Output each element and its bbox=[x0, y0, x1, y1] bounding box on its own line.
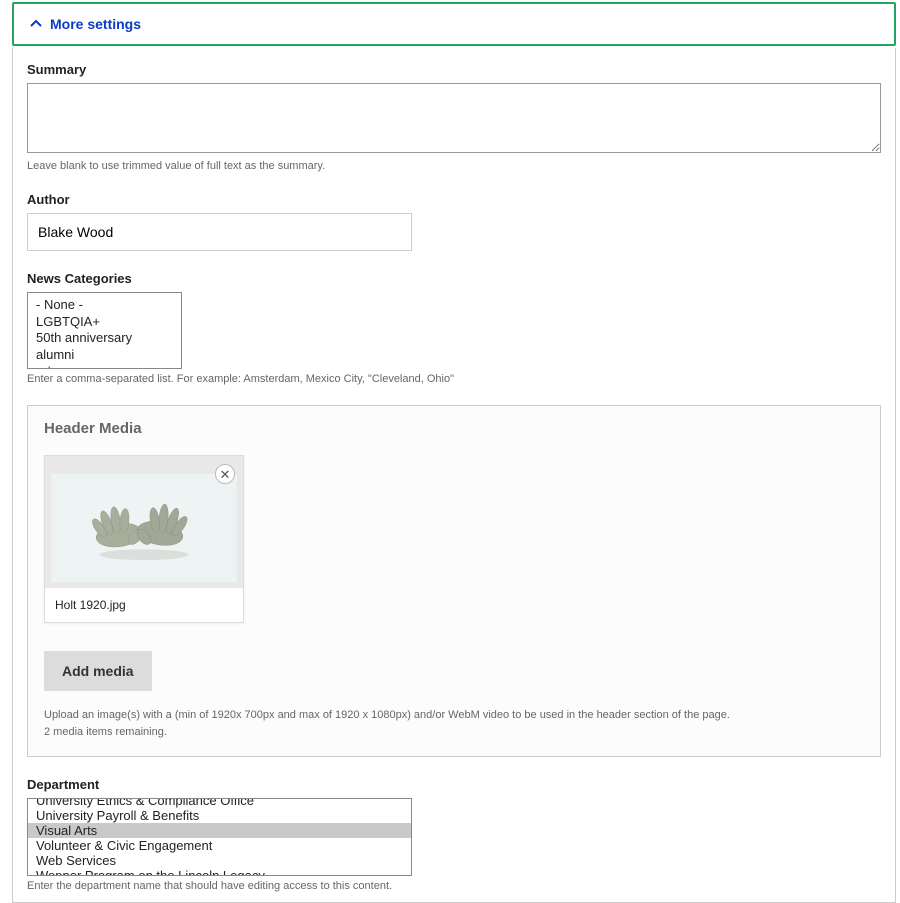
list-item[interactable]: University Ethics & Compliance Office bbox=[28, 798, 411, 808]
list-item[interactable]: 50th anniversary bbox=[36, 330, 181, 346]
header-media-help: Upload an image(s) with a (min of 1920x … bbox=[44, 707, 864, 740]
summary-field: Summary Leave blank to use trimmed value… bbox=[27, 62, 881, 172]
summary-help: Leave blank to use trimmed value of full… bbox=[27, 160, 881, 172]
department-label: Department bbox=[27, 777, 881, 792]
department-help: Enter the department name that should ha… bbox=[27, 880, 881, 892]
hands-image-icon bbox=[64, 482, 224, 574]
add-media-button[interactable]: Add media bbox=[44, 651, 152, 691]
list-item[interactable]: Wepner Program on the Lincoln Legacy bbox=[28, 868, 411, 876]
summary-label: Summary bbox=[27, 62, 881, 77]
list-item[interactable]: arts bbox=[36, 363, 181, 369]
more-settings-toggle[interactable]: More settings bbox=[12, 2, 896, 46]
remove-media-button[interactable]: ✕ bbox=[215, 464, 235, 484]
media-thumbnail[interactable] bbox=[51, 474, 237, 582]
news-categories-help: Enter a comma-separated list. For exampl… bbox=[27, 373, 881, 385]
list-item[interactable]: - None - bbox=[36, 297, 181, 313]
author-label: Author bbox=[27, 192, 881, 207]
list-item[interactable]: Volunteer & Civic Engagement bbox=[28, 838, 411, 853]
department-listbox[interactable]: University Ethics & Compliance Office Un… bbox=[27, 798, 412, 876]
close-icon: ✕ bbox=[220, 468, 231, 481]
media-help-line1: Upload an image(s) with a (min of 1920x … bbox=[44, 707, 864, 724]
news-categories-field: News Categories - None - LGBTQIA+ 50th a… bbox=[27, 271, 881, 385]
news-categories-label: News Categories bbox=[27, 271, 881, 286]
list-item[interactable]: Visual Arts bbox=[28, 823, 411, 838]
more-settings-label: More settings bbox=[50, 16, 141, 32]
list-item[interactable]: University Payroll & Benefits bbox=[28, 808, 411, 823]
summary-textarea[interactable] bbox=[27, 83, 881, 153]
list-item[interactable]: LGBTQIA+ bbox=[36, 314, 181, 330]
chevron-up-icon bbox=[30, 18, 42, 30]
media-thumb-wrap: ✕ bbox=[45, 456, 243, 588]
media-help-line2: 2 media items remaining. bbox=[44, 724, 864, 741]
header-media-section: Header Media ✕ bbox=[27, 405, 881, 757]
news-categories-listbox[interactable]: - None - LGBTQIA+ 50th anniversary alumn… bbox=[27, 292, 182, 369]
author-input[interactable] bbox=[27, 213, 412, 251]
media-filename: Holt 1920.jpg bbox=[45, 588, 243, 622]
department-field: Department University Ethics & Complianc… bbox=[27, 777, 881, 892]
media-card: ✕ bbox=[44, 455, 244, 623]
list-item[interactable]: alumni bbox=[36, 347, 181, 363]
author-field: Author bbox=[27, 192, 881, 251]
header-media-title: Header Media bbox=[44, 420, 864, 437]
settings-panel: Summary Leave blank to use trimmed value… bbox=[12, 48, 896, 903]
